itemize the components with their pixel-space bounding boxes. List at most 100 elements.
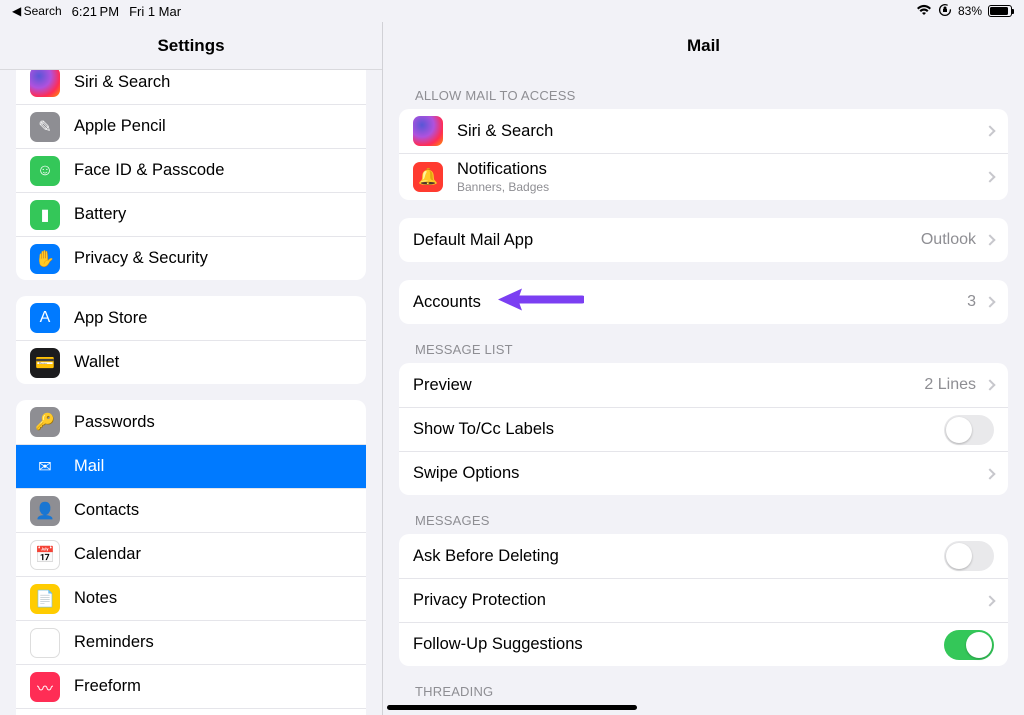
chevron-right-icon — [984, 379, 995, 390]
contacts-icon: 👤 — [30, 496, 60, 526]
calendar-icon: 📅 — [30, 540, 60, 570]
sidebar-item-passwords[interactable]: 🔑 Passwords — [16, 400, 366, 444]
siri-icon — [413, 116, 443, 146]
app-store-icon: A — [30, 303, 60, 333]
notes-icon: 📄 — [30, 584, 60, 614]
row-mail-access-siri[interactable]: Siri & Search — [399, 109, 1008, 153]
settings-group: Siri & Search 🔔NotificationsBanners, Badg… — [399, 109, 1008, 200]
sidebar-item-contacts[interactable]: 👤 Contacts — [16, 488, 366, 532]
chevron-right-icon — [984, 125, 995, 136]
row-label: Privacy Protection — [413, 591, 982, 610]
sidebar-item-label: Freeform — [74, 677, 352, 696]
siri-search-icon — [30, 70, 60, 97]
row-value: 3 — [967, 293, 976, 311]
row-label: Preview — [413, 376, 924, 395]
battery-icon — [988, 5, 1012, 17]
privacy-security-icon: ✋ — [30, 244, 60, 274]
wifi-icon — [916, 4, 932, 19]
battery-icon: ▮ — [30, 200, 60, 230]
sidebar-item-siri-search[interactable]: Siri & Search — [16, 70, 366, 104]
mail-detail-pane: Mail Allow Mail to Access Siri & Search 🔔N… — [383, 22, 1024, 715]
sidebar-group: 🔑 Passwords ✉Mail 👤 Contacts 📅 Calendar 📄 Notes ☑… — [16, 400, 366, 715]
section-header: Messages — [399, 495, 1008, 534]
chevron-right-icon — [984, 468, 995, 479]
sidebar-item-privacy-security[interactable]: ✋ Privacy & Security — [16, 236, 366, 280]
sidebar-item-label: Wallet — [74, 353, 352, 372]
section-header: Allow Mail to Access — [399, 70, 1008, 109]
row-label: Default Mail App — [413, 231, 921, 250]
row-subtitle: Banners, Badges — [457, 180, 982, 194]
row-value: 2 Lines — [924, 376, 976, 394]
settings-group: Default Mail AppOutlook — [399, 218, 1008, 262]
sidebar-item-label: Siri & Search — [74, 73, 352, 92]
passwords-icon: 🔑 — [30, 407, 60, 437]
sidebar-item-battery[interactable]: ▮ Battery — [16, 192, 366, 236]
row-default-mail-app[interactable]: Default Mail AppOutlook — [399, 218, 1008, 262]
settings-group: Ask Before Deleting Privacy Protection Fol… — [399, 534, 1008, 666]
chevron-right-icon — [984, 234, 995, 245]
freeform-icon: 〰 — [30, 672, 60, 702]
status-time: 6:21 PM — [72, 4, 119, 19]
row-swipe-options[interactable]: Swipe Options — [399, 451, 1008, 495]
sidebar-item-freeform[interactable]: 〰 Freeform — [16, 664, 366, 708]
bell-icon: 🔔 — [413, 162, 443, 192]
row-label: Follow-Up Suggestions — [413, 635, 944, 654]
section-header: Threading — [399, 666, 1008, 705]
apple-pencil-icon: ✎ — [30, 112, 60, 142]
row-label: Accounts — [413, 293, 967, 312]
sidebar-item-mail[interactable]: ✉Mail — [16, 444, 366, 488]
toggle-follow-up[interactable] — [944, 630, 994, 660]
sidebar-item-reminders[interactable]: ☑ Reminders — [16, 620, 366, 664]
reminders-icon: ☑ — [30, 628, 60, 658]
sidebar-item-label: Privacy & Security — [74, 249, 352, 268]
sidebar-item-apple-pencil[interactable]: ✎ Apple Pencil — [16, 104, 366, 148]
back-to-search[interactable]: ◀ Search — [12, 4, 62, 18]
sidebar-item-wallet[interactable]: 💳 Wallet — [16, 340, 366, 384]
faceid-passcode-icon: ☺ — [30, 156, 60, 186]
sidebar-group: AApp Store 💳 Wallet — [16, 296, 366, 384]
sidebar-item-label: Calendar — [74, 545, 352, 564]
row-mail-access-notifications[interactable]: 🔔NotificationsBanners, Badges — [399, 153, 1008, 200]
sidebar-item-label: Contacts — [74, 501, 352, 520]
sidebar-group: Siri & Search ✎ Apple Pencil ☺ Face ID & Pas… — [16, 70, 366, 280]
battery-percent: 83% — [958, 4, 982, 18]
toggle-ask-before-deleting[interactable] — [944, 541, 994, 571]
sidebar-title: Settings — [0, 22, 382, 70]
sidebar-item-calendar[interactable]: 📅 Calendar — [16, 532, 366, 576]
row-privacy-protection[interactable]: Privacy Protection — [399, 578, 1008, 622]
settings-sidebar: Settings Siri & Search ✎ Apple Pencil ☺ Face… — [0, 22, 383, 715]
wallet-icon: 💳 — [30, 348, 60, 378]
status-date: Fri 1 Mar — [129, 4, 181, 19]
sidebar-item-faceid-passcode[interactable]: ☺ Face ID & Passcode — [16, 148, 366, 192]
sidebar-item-label: Reminders — [74, 633, 352, 652]
settings-group: Preview2 Lines Show To/Cc Labels Swipe Opt… — [399, 363, 1008, 495]
chevron-right-icon — [984, 296, 995, 307]
detail-title: Mail — [383, 22, 1024, 70]
row-accounts[interactable]: Accounts3 — [399, 280, 1008, 324]
row-ask-before-deleting[interactable]: Ask Before Deleting — [399, 534, 1008, 578]
row-label: Siri & Search — [457, 122, 982, 141]
row-preview[interactable]: Preview2 Lines — [399, 363, 1008, 407]
sidebar-item-label: Battery — [74, 205, 352, 224]
section-header: Message List — [399, 324, 1008, 363]
row-label: Ask Before Deleting — [413, 547, 944, 566]
orientation-lock-icon — [938, 3, 952, 20]
sidebar-item-label: Notes — [74, 589, 352, 608]
settings-group: Accounts3 — [399, 280, 1008, 324]
row-label: Show To/Cc Labels — [413, 420, 944, 439]
sidebar-item-voice-memos[interactable]: 🎙Voice Memos — [16, 708, 366, 715]
sidebar-item-label: Passwords — [74, 413, 352, 432]
row-follow-up[interactable]: Follow-Up Suggestions — [399, 622, 1008, 666]
sidebar-item-app-store[interactable]: AApp Store — [16, 296, 366, 340]
row-value: Outlook — [921, 231, 976, 249]
sidebar-item-label: Mail — [74, 457, 352, 476]
sidebar-item-label: Apple Pencil — [74, 117, 352, 136]
chevron-right-icon — [984, 595, 995, 606]
home-indicator — [387, 705, 637, 710]
sidebar-item-label: Face ID & Passcode — [74, 161, 352, 180]
toggle-show-tocc[interactable] — [944, 415, 994, 445]
row-show-tocc[interactable]: Show To/Cc Labels — [399, 407, 1008, 451]
row-label: Swipe Options — [413, 464, 982, 483]
sidebar-item-notes[interactable]: 📄 Notes — [16, 576, 366, 620]
status-bar: ◀ Search 6:21 PM Fri 1 Mar 83% — [0, 0, 1024, 22]
